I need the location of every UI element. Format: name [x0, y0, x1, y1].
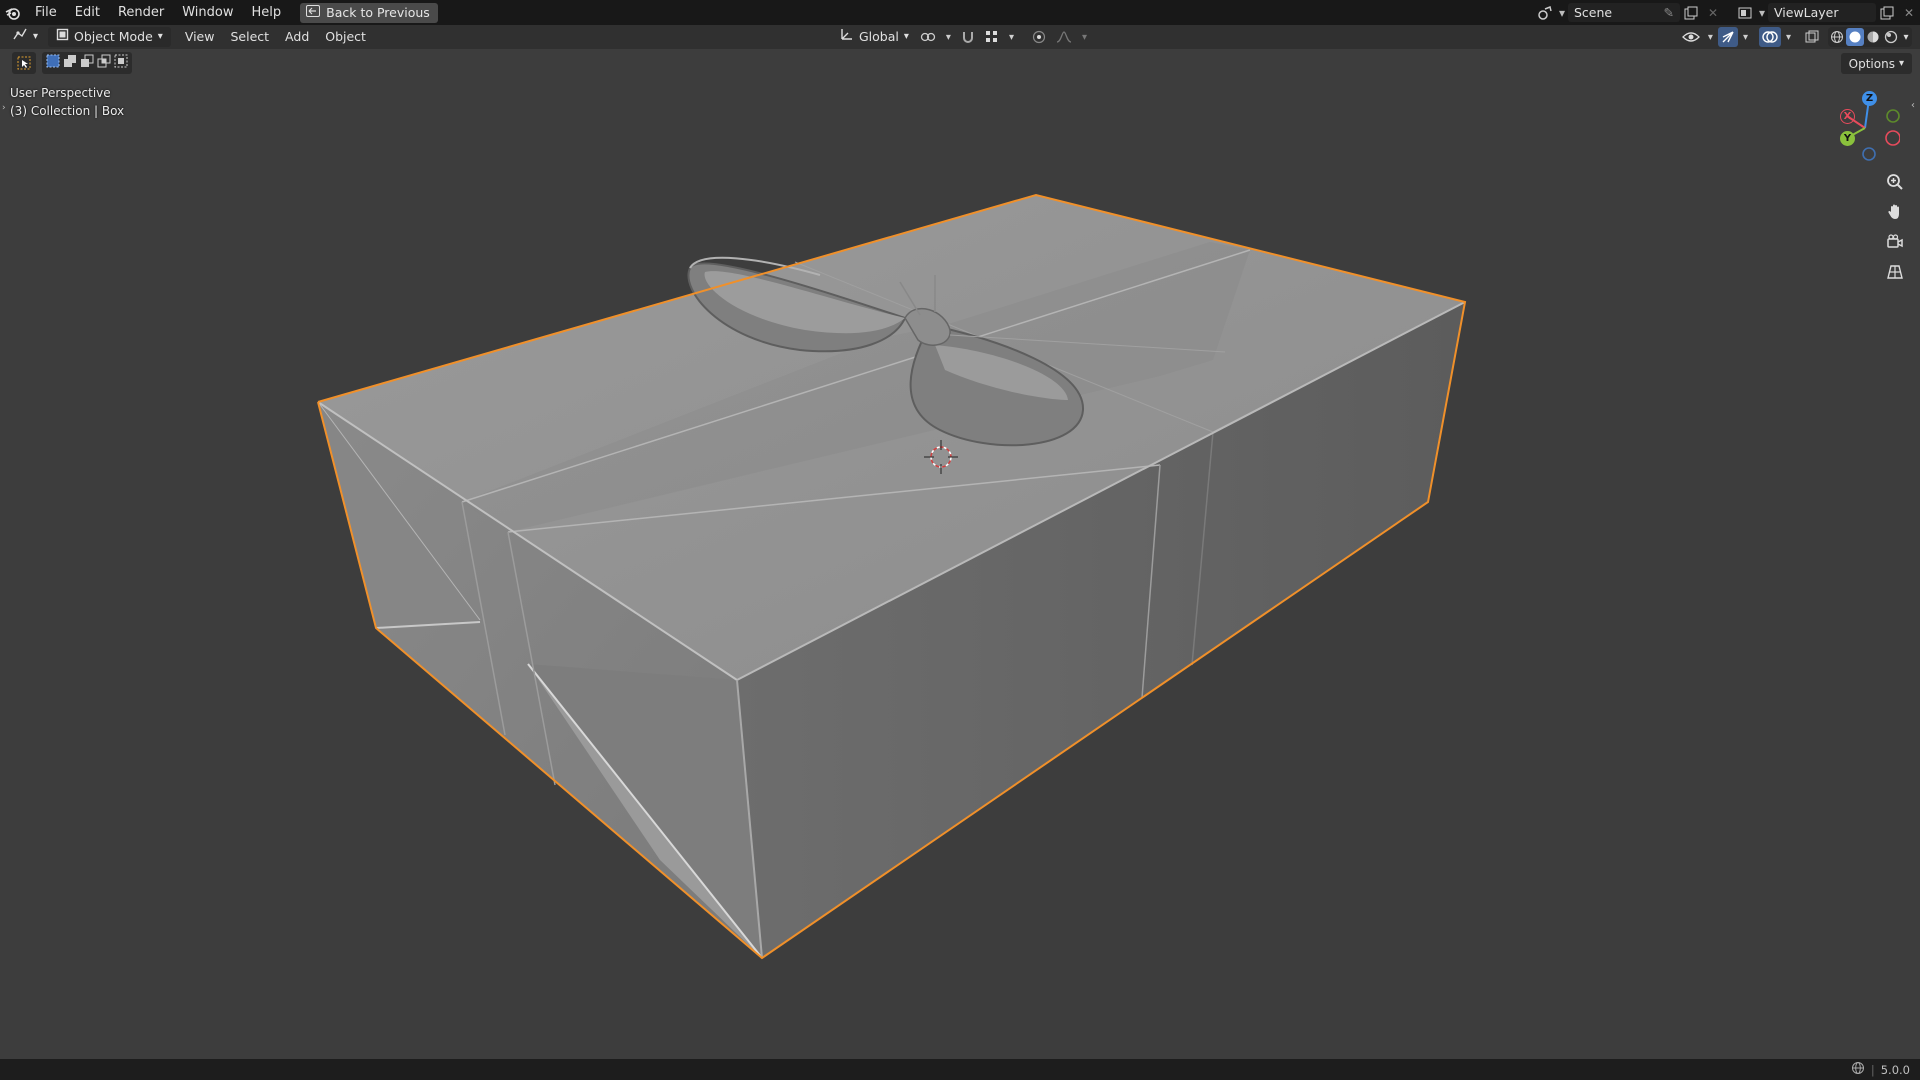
status-divider: | — [1870, 1062, 1875, 1077]
gizmo-y-axis[interactable]: Y — [1840, 131, 1855, 146]
perspective-grid-icon[interactable] — [1881, 258, 1909, 286]
viewport-canvas[interactable] — [0, 0, 1920, 1080]
navigation-gizmo[interactable]: Z X Y — [1830, 88, 1901, 168]
zoom-icon[interactable] — [1881, 168, 1909, 196]
gift-box-mesh[interactable] — [317, 193, 1467, 960]
camera-view-icon[interactable] — [1881, 228, 1909, 256]
version-label: 5.0.0 — [1880, 1062, 1910, 1077]
gizmo-z-axis[interactable]: Z — [1862, 91, 1877, 106]
status-bar: | 5.0.0 — [0, 1059, 1920, 1080]
network-globe-icon — [1851, 1061, 1865, 1078]
pan-hand-icon[interactable] — [1881, 198, 1909, 226]
gizmo-x-axis[interactable]: X — [1840, 109, 1855, 124]
sidebar-toggle-icon[interactable]: ‹ — [1911, 100, 1915, 111]
